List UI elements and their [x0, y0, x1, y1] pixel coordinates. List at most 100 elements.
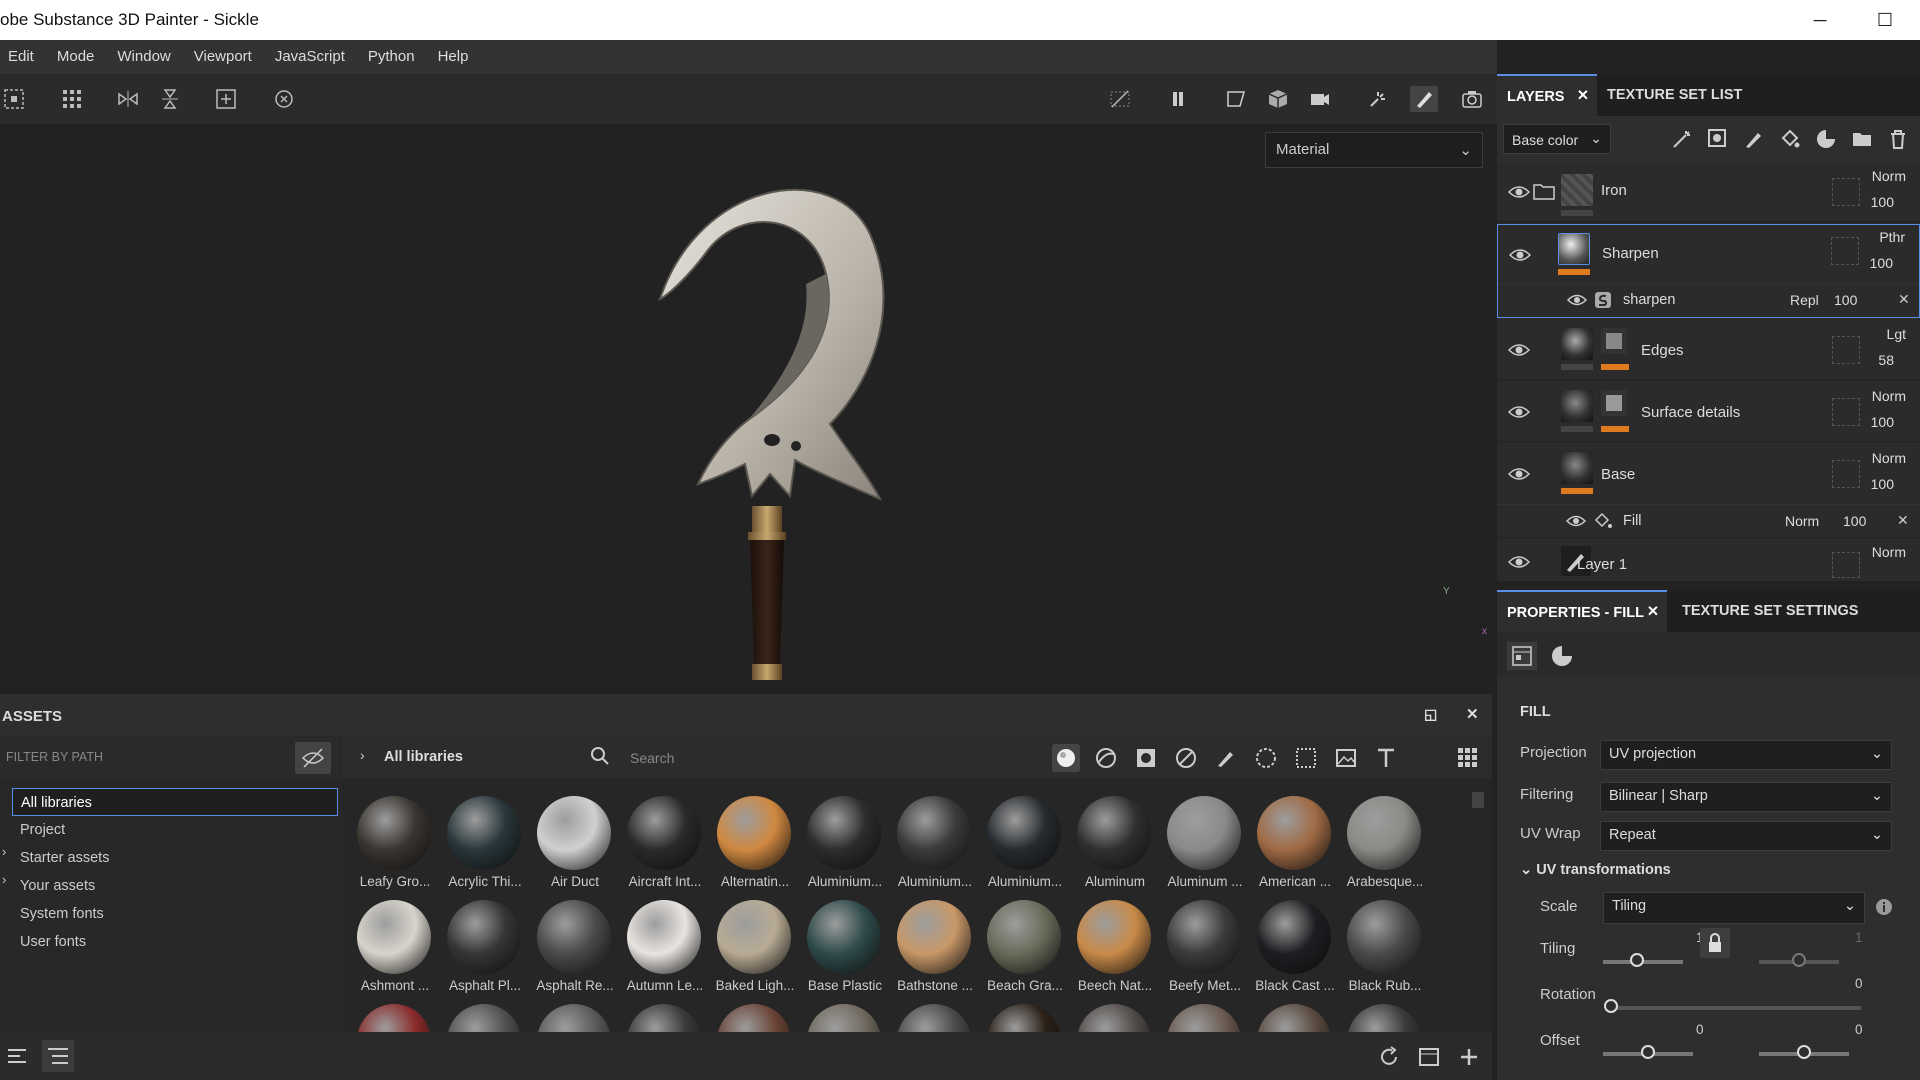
asset-tile[interactable]: Beefy Met...: [1160, 896, 1250, 1000]
opacity-value[interactable]: 100: [1870, 255, 1893, 271]
delete-icon[interactable]: [1887, 128, 1909, 150]
uv-wrap-dropdown[interactable]: Repeat ⌄: [1600, 821, 1892, 851]
tab-layers[interactable]: LAYERS ✕: [1497, 74, 1597, 116]
menu-help[interactable]: Help: [430, 40, 484, 74]
remove-effect-icon[interactable]: ✕: [1898, 291, 1910, 308]
menu-javascript[interactable]: JavaScript: [267, 40, 360, 74]
add-icon[interactable]: [1458, 1046, 1480, 1068]
environment-filter-icon[interactable]: [1332, 744, 1360, 772]
add-mask-icon[interactable]: [1707, 128, 1729, 150]
texture-filter-icon[interactable]: [1292, 744, 1320, 772]
menu-edit[interactable]: Edit: [0, 40, 49, 74]
scrollbar[interactable]: [1472, 792, 1484, 808]
mask-thumbnail[interactable]: [1601, 328, 1627, 354]
filter-by-path-input[interactable]: FILTER BY PATH: [6, 750, 103, 764]
layer-base[interactable]: Base Norm 100 Fill Norm 100 ✕: [1497, 444, 1920, 538]
material-settings-icon[interactable]: [1507, 642, 1537, 670]
list-view-icon[interactable]: [6, 1046, 28, 1066]
asset-tile[interactable]: Air Duct: [530, 792, 620, 896]
asset-tile[interactable]: [530, 1000, 620, 1032]
effect-row-fill[interactable]: Fill Norm 100 ✕: [1497, 504, 1920, 538]
asset-tile[interactable]: Arabesque...: [1340, 792, 1430, 896]
mirror-y-icon[interactable]: [156, 86, 184, 112]
search-input[interactable]: Search: [630, 750, 674, 766]
chevron-right-icon[interactable]: ›: [2, 844, 6, 859]
lock-icon[interactable]: [1700, 928, 1730, 958]
uv-transformations-header[interactable]: ⌄ UV transformations: [1520, 862, 1671, 878]
offset-v-knob[interactable]: [1797, 1045, 1811, 1059]
camera-icon[interactable]: [1306, 86, 1334, 112]
maximize-button[interactable]: ☐: [1873, 8, 1897, 32]
asset-tile[interactable]: [1340, 1000, 1430, 1032]
blend-mode[interactable]: Norm: [1872, 168, 1906, 184]
info-icon[interactable]: [1875, 898, 1893, 916]
add-paint-layer-icon[interactable]: [1743, 128, 1765, 150]
layer-sharpen[interactable]: Sharpen Pthr 100 sharpen Repl 100 ✕: [1497, 224, 1920, 318]
undock-icon[interactable]: ◱: [1424, 706, 1437, 723]
chevron-right-icon[interactable]: ›: [360, 747, 365, 763]
hide-icon[interactable]: [295, 742, 331, 774]
blend-mode[interactable]: Lgt: [1887, 326, 1906, 342]
tree-item-your-assets[interactable]: Your assets: [12, 872, 338, 900]
asset-tile[interactable]: Asphalt Pl...: [440, 896, 530, 1000]
asset-tile[interactable]: Aluminium...: [980, 792, 1070, 896]
asset-tile[interactable]: Autumn Le...: [620, 896, 710, 1000]
opacity-value[interactable]: 100: [1871, 414, 1894, 430]
eye-icon[interactable]: [1566, 291, 1588, 309]
offset-u-knob[interactable]: [1641, 1045, 1655, 1059]
effect-blend[interactable]: Repl: [1790, 292, 1819, 308]
rotation-slider[interactable]: [1611, 1006, 1861, 1010]
effect-opacity[interactable]: 100: [1834, 292, 1857, 308]
magic-wand-icon[interactable]: [1671, 128, 1693, 150]
layer-1[interactable]: Layer 1 Norm: [1497, 540, 1920, 582]
asset-tile[interactable]: Aluminum ...: [1160, 792, 1250, 896]
eye-icon[interactable]: [1507, 340, 1531, 360]
asset-tile[interactable]: Beech Nat...: [1070, 896, 1160, 1000]
font-filter-icon[interactable]: [1372, 744, 1400, 772]
tree-item-system-fonts[interactable]: System fonts: [12, 900, 338, 928]
asset-tile[interactable]: Aluminium...: [890, 792, 980, 896]
close-icon[interactable]: ✕: [1466, 705, 1479, 723]
asset-tile[interactable]: Leafy Gro...: [350, 792, 440, 896]
mask-thumbnail[interactable]: [1601, 390, 1627, 416]
asset-tile[interactable]: Base Plastic: [800, 896, 890, 1000]
asset-tile[interactable]: Baked Ligh...: [710, 896, 800, 1000]
add-fill-layer-icon[interactable]: [1779, 128, 1801, 150]
asset-tile[interactable]: [620, 1000, 710, 1032]
layer-iron[interactable]: Iron Norm 100: [1497, 162, 1920, 222]
tree-item-starter-assets[interactable]: Starter assets: [12, 844, 338, 872]
chevron-right-icon[interactable]: ›: [2, 872, 6, 887]
tiling-u-knob[interactable]: [1629, 953, 1644, 967]
filtering-dropdown[interactable]: Bilinear | Sharp ⌄: [1600, 782, 1892, 812]
blend-mode[interactable]: Norm: [1872, 450, 1906, 466]
tree-item-user-fonts[interactable]: User fonts: [12, 928, 338, 956]
asset-tile[interactable]: [890, 1000, 980, 1032]
uv-grid-icon[interactable]: [0, 86, 28, 112]
material-filter-icon[interactable]: [1052, 744, 1080, 772]
asset-tile[interactable]: American ...: [1250, 792, 1340, 896]
asset-tile[interactable]: Black Rub...: [1340, 896, 1430, 1000]
eye-icon[interactable]: [1508, 245, 1532, 265]
asset-tile[interactable]: Bathstone ...: [890, 896, 980, 1000]
asset-tile[interactable]: Asphalt Re...: [530, 896, 620, 1000]
add-frame-icon[interactable]: [212, 86, 240, 112]
generator-filter-icon[interactable]: [1172, 744, 1200, 772]
mask-filter-icon[interactable]: [1132, 744, 1160, 772]
menu-python[interactable]: Python: [360, 40, 430, 74]
asset-tile[interactable]: [1070, 1000, 1160, 1032]
asset-tile[interactable]: Alternatin...: [710, 792, 800, 896]
blend-mode[interactable]: Norm: [1872, 544, 1906, 560]
smart-material-filter-icon[interactable]: [1092, 744, 1120, 772]
grid-view-icon[interactable]: [1454, 744, 1482, 772]
eye-icon[interactable]: [1507, 402, 1531, 422]
effect-settings-icon[interactable]: [1547, 642, 1577, 670]
asset-tile[interactable]: [1160, 1000, 1250, 1032]
reset-view-icon[interactable]: [270, 86, 298, 112]
effect-row-sharpen[interactable]: sharpen Repl 100 ✕: [1498, 283, 1919, 317]
add-effect-icon[interactable]: [1815, 128, 1837, 150]
channel-dropdown[interactable]: Base color ⌄: [1503, 124, 1611, 154]
sickle-model[interactable]: [0, 124, 1497, 680]
tree-view-icon[interactable]: [42, 1040, 74, 1072]
rotation-knob[interactable]: [1604, 999, 1618, 1013]
hide-overlay-icon[interactable]: [1106, 86, 1134, 112]
